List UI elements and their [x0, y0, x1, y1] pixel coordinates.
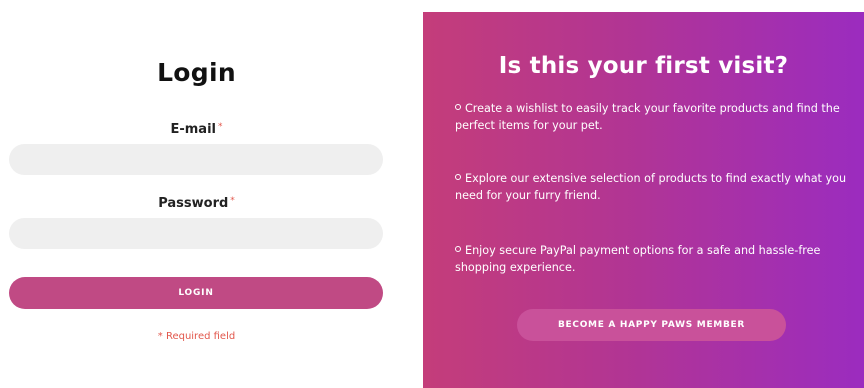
benefit-item-wishlist: Create a wishlist to easily track your f…: [455, 100, 850, 134]
password-label: Password *: [0, 196, 393, 211]
page: Login E-mail * Password * LOGIN * Required…: [0, 0, 864, 388]
email-label: E-mail *: [0, 122, 393, 137]
benefit-text: Enjoy secure PayPal payment options for …: [455, 244, 821, 274]
circle-bullet-icon: [455, 104, 461, 110]
login-panel: Login E-mail * Password * LOGIN * Required…: [0, 0, 423, 388]
required-field-note: * Required field: [157, 331, 236, 342]
email-label-text: E-mail: [170, 122, 216, 137]
password-label-text: Password: [158, 196, 229, 211]
email-required-marker: *: [218, 122, 223, 132]
first-visit-panel: Is this your first visit? Create a wishl…: [423, 12, 864, 388]
circle-bullet-icon: [455, 174, 461, 180]
benefit-item-paypal: Enjoy secure PayPal payment options for …: [455, 242, 850, 276]
benefit-text: Create a wishlist to easily track your f…: [455, 102, 840, 132]
benefit-text: Explore our extensive selection of produ…: [455, 172, 847, 202]
password-required-marker: *: [230, 196, 235, 206]
password-input[interactable]: [9, 218, 383, 249]
circle-bullet-icon: [455, 246, 461, 252]
login-button[interactable]: LOGIN: [9, 277, 383, 309]
become-member-button[interactable]: BECOME A HAPPY PAWS MEMBER: [517, 309, 786, 341]
benefit-item-explore: Explore our extensive selection of produ…: [455, 170, 850, 204]
first-visit-title: Is this your first visit?: [498, 53, 789, 79]
login-title: Login: [157, 58, 236, 87]
email-input[interactable]: [9, 144, 383, 175]
